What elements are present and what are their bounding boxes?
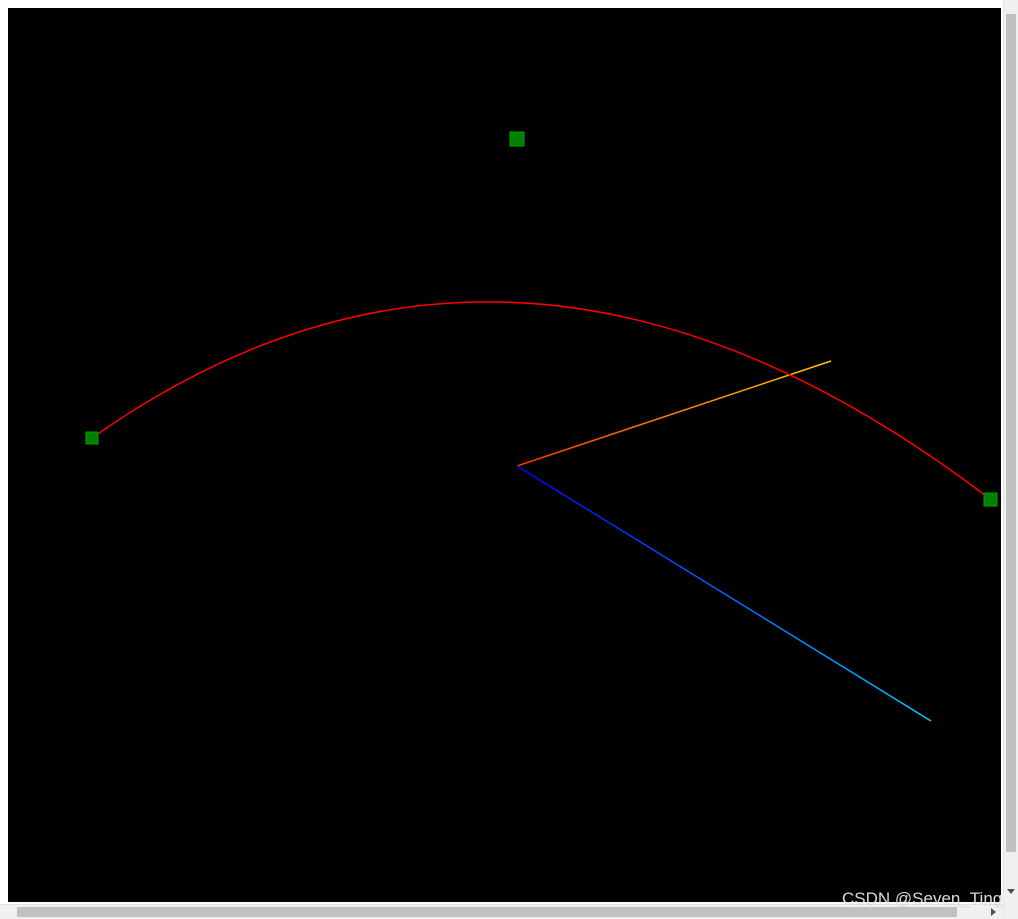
app-window: CSDN @Seven_Ting (0, 0, 1018, 919)
control-point-top[interactable] (509, 131, 525, 147)
chevron-right-icon[interactable] (991, 908, 996, 916)
vertical-scroll-thumb[interactable] (1006, 14, 1016, 852)
scene-canvas (85, 8, 998, 722)
bezier-curve (91, 301, 991, 500)
horizontal-scroll-thumb[interactable] (17, 907, 957, 917)
control-point-end[interactable] (983, 492, 998, 507)
axis-z-line (516, 465, 932, 722)
render-viewport[interactable] (8, 8, 1001, 902)
horizontal-scrollbar[interactable] (0, 904, 1003, 919)
control-point-start[interactable] (85, 431, 99, 445)
chevron-down-icon[interactable] (1007, 889, 1015, 894)
axis-x-line (516, 360, 832, 467)
vertical-scrollbar[interactable] (1003, 0, 1018, 919)
